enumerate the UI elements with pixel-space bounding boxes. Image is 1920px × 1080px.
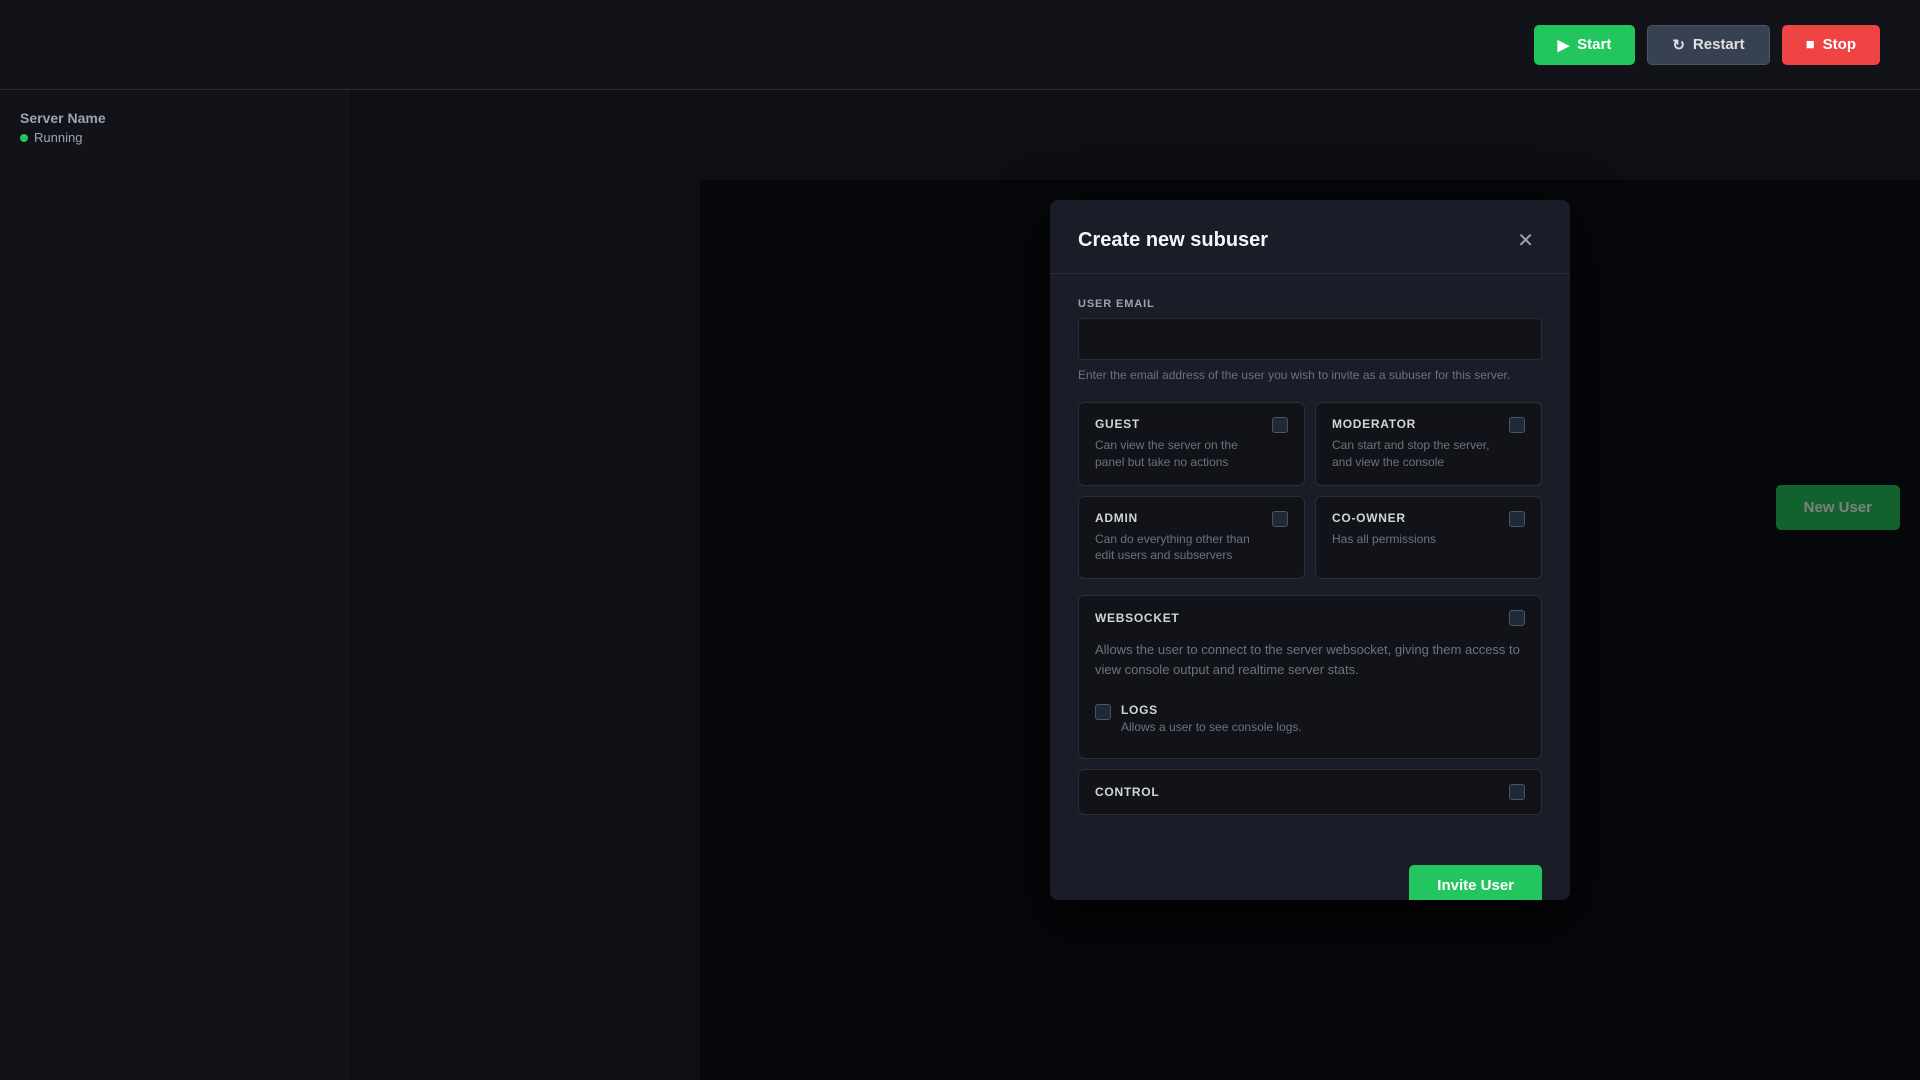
- email-hint: Enter the email address of the user you …: [1078, 368, 1542, 382]
- create-subuser-modal: Create new subuser ✕ USER EMAIL Enter th…: [1050, 200, 1570, 900]
- modal-title: Create new subuser: [1078, 229, 1268, 252]
- role-checkbox-guest[interactable]: [1272, 417, 1288, 433]
- permission-checkbox-websocket[interactable]: [1509, 610, 1525, 626]
- role-checkbox-moderator[interactable]: [1509, 417, 1525, 433]
- stop-button[interactable]: ■ Stop: [1782, 25, 1880, 65]
- roles-grid: GUEST Can view the server on the panel b…: [1078, 402, 1542, 579]
- sub-desc-logs: Allows a user to see console logs.: [1121, 720, 1302, 734]
- status-indicator: [20, 134, 28, 142]
- play-icon: ▶: [1558, 36, 1570, 54]
- server-name: Server Name: [20, 110, 330, 126]
- modal-body: USER EMAIL Enter the email address of th…: [1050, 274, 1570, 849]
- top-bar-buttons: ▶ Start ↻ Restart ■ Stop: [1534, 25, 1880, 65]
- email-input[interactable]: [1078, 318, 1542, 360]
- permission-section-websocket: WEBSOCKET Allows the user to connect to …: [1078, 595, 1542, 759]
- permission-header-websocket[interactable]: WEBSOCKET: [1079, 596, 1541, 640]
- permission-desc-websocket: Allows the user to connect to the server…: [1095, 640, 1525, 679]
- start-button[interactable]: ▶ Start: [1534, 25, 1636, 65]
- role-checkbox-admin[interactable]: [1272, 511, 1288, 527]
- main-content: New User Create new subuser ✕ USER EMAIL…: [350, 90, 1920, 1080]
- modal-footer: Invite User: [1050, 849, 1570, 900]
- restart-icon: ↻: [1672, 36, 1685, 54]
- role-card-guest[interactable]: GUEST Can view the server on the panel b…: [1078, 402, 1305, 486]
- permission-checkbox-control[interactable]: [1509, 784, 1525, 800]
- modal-header: Create new subuser ✕: [1050, 200, 1570, 274]
- sub-permission-logs: LOGS Allows a user to see console logs.: [1095, 695, 1525, 742]
- email-label: USER EMAIL: [1078, 298, 1542, 310]
- server-status: Running: [20, 130, 330, 145]
- restart-button[interactable]: ↻ Restart: [1647, 25, 1769, 65]
- modal-overlay: Create new subuser ✕ USER EMAIL Enter th…: [700, 180, 1920, 1080]
- modal-close-button[interactable]: ✕: [1509, 224, 1542, 257]
- role-card-coowner[interactable]: CO-OWNER Has all permissions: [1315, 496, 1542, 580]
- permission-body-websocket: Allows the user to connect to the server…: [1079, 640, 1541, 758]
- sub-checkbox-logs[interactable]: [1095, 704, 1111, 720]
- role-checkbox-coowner[interactable]: [1509, 511, 1525, 527]
- role-card-moderator[interactable]: MODERATOR Can start and stop the server,…: [1315, 402, 1542, 486]
- invite-user-button[interactable]: Invite User: [1409, 865, 1542, 900]
- permission-header-control[interactable]: CONTROL: [1079, 770, 1541, 814]
- sub-name-logs: LOGS: [1121, 703, 1302, 717]
- sidebar: Server Name Running: [0, 90, 350, 1080]
- permission-title-control: CONTROL: [1095, 785, 1159, 799]
- top-bar: ▶ Start ↻ Restart ■ Stop: [0, 0, 1920, 90]
- permission-section-control: CONTROL: [1078, 769, 1542, 815]
- stop-icon: ■: [1806, 36, 1815, 53]
- permission-title-websocket: WEBSOCKET: [1095, 611, 1179, 625]
- role-card-admin[interactable]: ADMIN Can do everything other than edit …: [1078, 496, 1305, 580]
